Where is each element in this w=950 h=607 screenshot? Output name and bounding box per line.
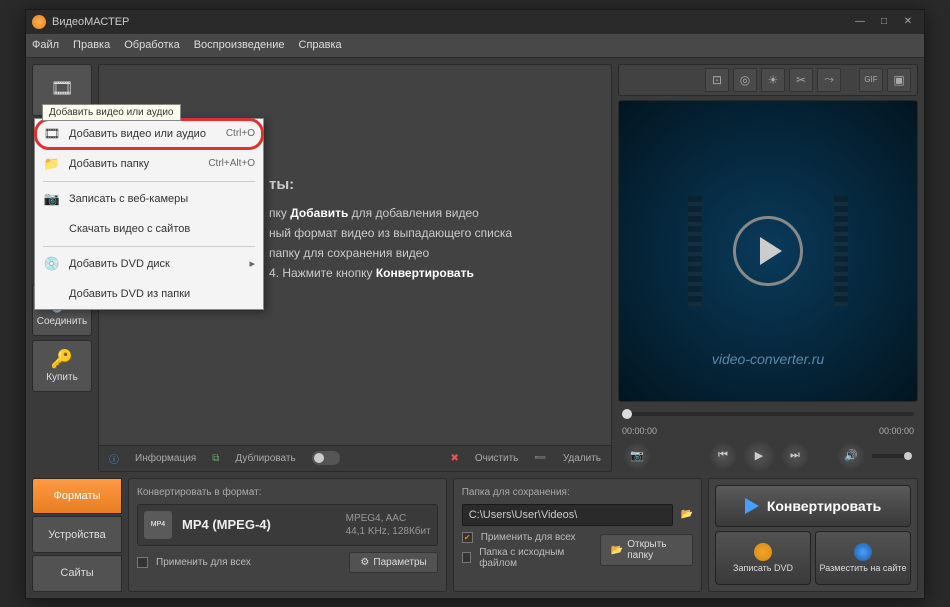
maximize-button[interactable]: □ <box>874 15 894 29</box>
convert-arrow-icon <box>745 498 759 514</box>
preview-panel: ⊡ ◎ ☀ ✂ ⤳ GIF ▣ video-converter.ru 00:00… <box>618 64 918 472</box>
list-toolbar: ⓘ Информация ⧉ Дублировать ✖ Очистить ➖ Удал… <box>99 445 611 471</box>
bottom-area: Форматы Устройства Сайты Конвертировать … <box>26 478 924 598</box>
browse-icon[interactable]: 📂 <box>681 509 693 520</box>
format-name: MP4 (MPEG-4) <box>182 517 271 532</box>
prev-button[interactable]: ⏮ <box>710 443 736 469</box>
delete-icon: ➖ <box>534 453 546 464</box>
folder-open-icon: 📂 <box>611 545 623 556</box>
menu-add-dvd[interactable]: 💿 Добавить DVD диск ▸ <box>35 249 263 279</box>
burn-dvd-button[interactable]: Записать DVD <box>715 531 811 585</box>
disc-icon: 💿 <box>43 255 61 273</box>
next-button[interactable]: ⏭ <box>782 443 808 469</box>
hint-text: ты: пку Добавить для добавления видео ны… <box>269 175 601 283</box>
video-preview[interactable]: video-converter.ru <box>618 100 918 402</box>
effects-icon[interactable]: ◎ <box>733 68 757 92</box>
brightness-icon[interactable]: ☀ <box>761 68 785 92</box>
tab-sites[interactable]: Сайты <box>32 555 122 592</box>
film-plus-icon: 🎞 <box>51 78 74 99</box>
clear-action[interactable]: Очистить <box>475 453 519 464</box>
format-tabs: Форматы Устройства Сайты <box>32 478 122 592</box>
mp4-icon: MP4 <box>144 511 172 539</box>
close-button[interactable]: ✕ <box>898 15 918 29</box>
minimize-button[interactable]: — <box>850 15 870 29</box>
format-panel: Конвертировать в формат: MP4 MP4 (MPEG-4… <box>128 478 447 592</box>
info-icon: ⓘ <box>109 451 119 466</box>
screenshot-icon[interactable]: ▣ <box>887 68 911 92</box>
same-source-checkbox[interactable] <box>462 552 471 563</box>
duplicate-icon: ⧉ <box>212 453 219 464</box>
playback-controls: 📷 ⏮ ▶ ⏭ 🔊 <box>618 440 918 472</box>
time-row: 00:00:00 00:00:00 <box>618 426 918 436</box>
menu-file[interactable]: Файл <box>32 39 59 51</box>
play-button[interactable]: ▶ <box>744 441 774 471</box>
format-title: Конвертировать в формат: <box>137 487 438 498</box>
output-path[interactable]: C:\Users\User\Videos\ <box>462 504 673 526</box>
actions-panel: Конвертировать Записать DVD Разместить н… <box>708 478 918 592</box>
publish-web-button[interactable]: Разместить на сайте <box>815 531 911 585</box>
format-selector[interactable]: MP4 MP4 (MPEG-4) MPEG4, AAC 44,1 KHz, 12… <box>137 504 438 546</box>
menu-download[interactable]: Скачать видео с сайтов <box>35 214 263 244</box>
open-folder-button[interactable]: 📂Открыть папку <box>600 534 693 566</box>
filmstrip-overlay <box>688 196 848 306</box>
app-icon <box>32 15 46 29</box>
tab-devices[interactable]: Устройства <box>32 516 122 553</box>
del-action[interactable]: Удалить <box>563 453 601 464</box>
menu-edit[interactable]: Правка <box>73 39 110 51</box>
tab-formats[interactable]: Форматы <box>32 478 122 515</box>
buy-button[interactable]: 🔑 Купить <box>32 340 92 392</box>
gear-icon: ⚙ <box>360 557 369 568</box>
seek-bar[interactable] <box>618 406 918 422</box>
add-tooltip: Добавить видео или аудио <box>42 104 181 121</box>
params-button[interactable]: ⚙Параметры <box>349 552 437 573</box>
info-action[interactable]: Информация <box>135 453 196 464</box>
cut-icon[interactable]: ✂ <box>789 68 813 92</box>
add-dropdown: 🎞 Добавить видео или аудио Ctrl+O 📁 Доба… <box>34 118 264 310</box>
content-area: 🎞 🔗 Соединить 🔑 Купить ты: пку Добавить … <box>26 58 924 478</box>
menu-playback[interactable]: Воспроизведение <box>194 39 285 51</box>
convert-button[interactable]: Конвертировать <box>715 485 911 527</box>
menu-add-video[interactable]: 🎞 Добавить видео или аудио Ctrl+O <box>35 119 263 149</box>
key-icon: 🔑 <box>51 349 73 370</box>
disc-icon <box>754 543 772 561</box>
clear-icon: ✖ <box>450 453 458 464</box>
menu-webcam[interactable]: 📷 Записать с веб-камеры <box>35 184 263 214</box>
join-label: Соединить <box>37 316 87 327</box>
menu-add-folder[interactable]: 📁 Добавить папку Ctrl+Alt+O <box>35 149 263 179</box>
chevron-right-icon: ▸ <box>249 257 255 270</box>
time-current: 00:00:00 <box>622 426 657 436</box>
folder-icon: 📁 <box>43 155 61 173</box>
time-total: 00:00:00 <box>879 426 914 436</box>
speed-icon[interactable]: ⤳ <box>817 68 841 92</box>
gif-icon[interactable]: GIF <box>859 68 883 92</box>
crop-icon[interactable]: ⊡ <box>705 68 729 92</box>
snapshot-button[interactable]: 📷 <box>624 443 650 469</box>
menu-add-dvd-folder[interactable]: Добавить DVD из папки <box>35 279 263 309</box>
view-toggle[interactable] <box>312 451 340 465</box>
menu-process[interactable]: Обработка <box>124 39 179 51</box>
buy-label: Купить <box>46 372 78 383</box>
film-plus-icon: 🎞 <box>43 125 61 143</box>
titlebar: ВидеоМАСТЕР — □ ✕ <box>26 10 924 34</box>
effects-toolbar: ⊡ ◎ ☀ ✂ ⤳ GIF ▣ <box>618 64 918 96</box>
folder-title: Папка для сохранения: <box>462 487 693 498</box>
globe-icon <box>854 543 872 561</box>
watermark-text: video-converter.ru <box>712 351 824 367</box>
folder-apply-all-checkbox[interactable]: ✔ <box>462 532 473 543</box>
menu-help[interactable]: Справка <box>299 39 342 51</box>
volume-slider[interactable] <box>872 454 912 458</box>
format-apply-all-checkbox[interactable] <box>137 557 148 568</box>
app-window: ВидеоМАСТЕР — □ ✕ Файл Правка Обработка … <box>25 9 925 599</box>
volume-button[interactable]: 🔊 <box>838 443 864 469</box>
app-title: ВидеоМАСТЕР <box>52 16 129 28</box>
folder-panel: Папка для сохранения: C:\Users\User\Vide… <box>453 478 702 592</box>
dup-action[interactable]: Дублировать <box>235 453 295 464</box>
menubar: Файл Правка Обработка Воспроизведение Сп… <box>26 34 924 58</box>
webcam-icon: 📷 <box>43 190 61 208</box>
